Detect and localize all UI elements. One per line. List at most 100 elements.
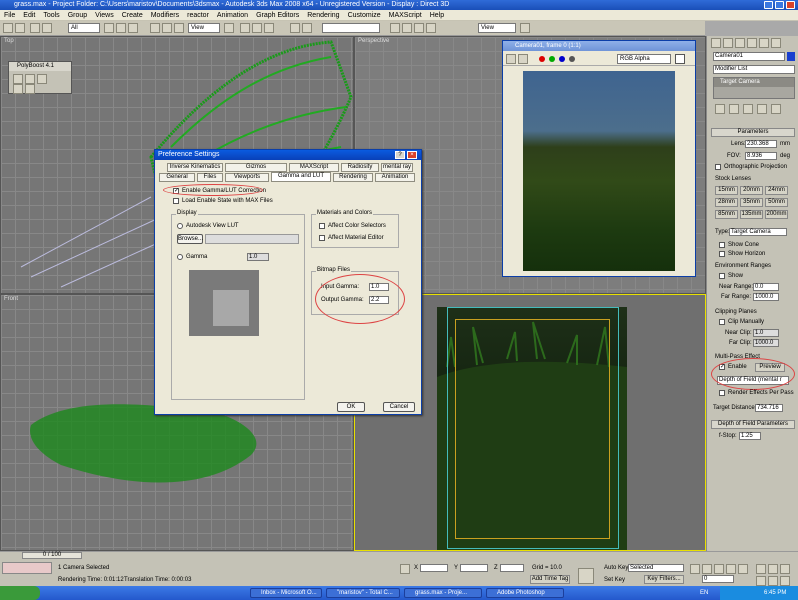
create-tab-icon[interactable] xyxy=(711,38,721,48)
z-coordinate-field[interactable] xyxy=(500,564,524,572)
go-to-end-icon[interactable] xyxy=(738,564,748,574)
set-key-label[interactable]: Set Key xyxy=(604,577,625,583)
tab-viewports[interactable]: Viewports xyxy=(225,173,269,182)
zoom-icon[interactable] xyxy=(756,564,766,574)
ok-button[interactable]: OK xyxy=(337,402,365,412)
menu-item-help[interactable]: Help xyxy=(426,12,448,19)
zoom-all-icon[interactable] xyxy=(768,564,778,574)
lens-button-20mm[interactable]: 20mm xyxy=(740,186,763,195)
menu-item-file[interactable]: File xyxy=(0,12,19,19)
parameters-rollout[interactable]: Parameters xyxy=(711,128,795,137)
configure-sets-icon[interactable] xyxy=(771,104,781,114)
display-channel-dropdown[interactable]: RGB Alpha xyxy=(617,54,671,64)
show-end-result-icon[interactable] xyxy=(729,104,739,114)
orbit-icon[interactable] xyxy=(780,576,790,586)
language-indicator[interactable]: EN xyxy=(700,590,708,596)
load-enable-checkbox[interactable] xyxy=(173,198,179,204)
show-cone-checkbox[interactable] xyxy=(719,242,725,248)
dialog-close-icon[interactable]: × xyxy=(407,151,417,159)
affect-color-checkbox[interactable] xyxy=(319,223,325,229)
polyboost-floater[interactable]: PolyBoost 4.1 xyxy=(8,61,72,94)
menu-item-group[interactable]: Group xyxy=(64,12,91,19)
polyboost-uv-icon[interactable] xyxy=(13,84,23,94)
selection-region-icon[interactable] xyxy=(128,23,138,33)
render-setup-icon[interactable] xyxy=(426,23,436,33)
named-selection-input[interactable] xyxy=(322,23,380,33)
auto-key-label[interactable]: Auto Key xyxy=(604,565,628,571)
fstop-spinner[interactable]: 1.25 xyxy=(739,432,761,440)
go-to-start-icon[interactable] xyxy=(690,564,700,574)
maximize-button[interactable] xyxy=(775,1,784,9)
menu-item-modifiers[interactable]: Modifiers xyxy=(147,12,183,19)
polyboost-select-icon[interactable] xyxy=(13,74,23,84)
reference-coordinate-dropdown[interactable]: View xyxy=(188,23,220,33)
curve-editor-icon[interactable] xyxy=(390,23,400,33)
menu-item-graph-editors[interactable]: Graph Editors xyxy=(252,12,303,19)
render-frame-window[interactable]: Camera01, frame 0 (1:1) RGB Alpha xyxy=(502,40,696,277)
save-image-icon[interactable] xyxy=(506,54,516,64)
tab-maxscript[interactable]: MAXScript xyxy=(289,163,339,172)
maxscript-listener[interactable] xyxy=(2,562,52,574)
snap-icon[interactable] xyxy=(240,23,250,33)
fov-spinner[interactable]: 8.936 xyxy=(745,152,777,160)
browse-button[interactable]: Browse... xyxy=(177,234,203,244)
autodesk-lut-radio[interactable] xyxy=(177,223,183,229)
menu-item-customize[interactable]: Customize xyxy=(344,12,385,19)
menu-item-reactor[interactable]: reactor xyxy=(183,12,213,19)
start-button[interactable] xyxy=(0,586,40,600)
selection-filter-dropdown[interactable]: All xyxy=(68,23,100,33)
target-distance-spinner[interactable]: 734.716 xyxy=(755,404,783,412)
tab-animation[interactable]: Animation xyxy=(375,173,415,182)
select-by-name-icon[interactable] xyxy=(116,23,126,33)
alpha-channel-icon[interactable] xyxy=(569,56,575,62)
link-icon[interactable] xyxy=(30,23,40,33)
lens-button-15mm[interactable]: 15mm xyxy=(715,186,738,195)
rotate-icon[interactable] xyxy=(162,23,172,33)
hierarchy-tab-icon[interactable] xyxy=(735,38,745,48)
field-of-view-icon[interactable] xyxy=(756,576,766,586)
object-name-field[interactable]: Camera01 xyxy=(713,52,785,61)
lut-path-field[interactable] xyxy=(205,234,299,244)
tab-radiosity[interactable]: Radiosity xyxy=(341,163,379,172)
tab-mental-ray[interactable]: mental ray xyxy=(381,163,413,172)
play-icon[interactable] xyxy=(714,564,724,574)
lens-button-24mm[interactable]: 24mm xyxy=(765,186,788,195)
polyboost-paint-icon[interactable] xyxy=(25,84,35,94)
time-slider[interactable]: 0 / 100 xyxy=(22,552,82,559)
red-channel-icon[interactable] xyxy=(539,56,545,62)
preference-settings-dialog[interactable]: Preference Settings ? × Inverse Kinemati… xyxy=(154,149,422,415)
pivot-icon[interactable] xyxy=(224,23,234,33)
render-teapot-icon[interactable] xyxy=(520,23,530,33)
task-total-commander[interactable]: "maristov" - Total C... xyxy=(326,588,400,598)
make-unique-icon[interactable] xyxy=(743,104,753,114)
lock-selection-icon[interactable] xyxy=(400,564,410,574)
lens-spinner[interactable]: 230.368 xyxy=(745,140,777,148)
pan-icon[interactable] xyxy=(768,576,778,586)
copy-image-icon[interactable] xyxy=(518,54,528,64)
task-3dsmax[interactable]: grass.max - Proje... xyxy=(404,588,482,598)
next-frame-icon[interactable] xyxy=(726,564,736,574)
zoom-extents-icon[interactable] xyxy=(780,564,790,574)
menu-item-create[interactable]: Create xyxy=(118,12,147,19)
remove-modifier-icon[interactable] xyxy=(757,104,767,114)
background-color-swatch[interactable] xyxy=(675,54,685,64)
modifier-list-dropdown[interactable]: Modifier List xyxy=(713,65,795,74)
y-coordinate-field[interactable] xyxy=(460,564,488,572)
clip-manually-checkbox[interactable] xyxy=(719,319,725,325)
unlink-icon[interactable] xyxy=(42,23,52,33)
select-object-icon[interactable] xyxy=(104,23,114,33)
render-view-dropdown[interactable]: View xyxy=(478,23,516,33)
percent-snap-icon[interactable] xyxy=(264,23,274,33)
stack-item-target-camera[interactable]: Target Camera xyxy=(714,78,794,87)
menu-item-animation[interactable]: Animation xyxy=(213,12,252,19)
modifier-stack[interactable]: Target Camera xyxy=(713,77,795,99)
menu-item-rendering[interactable]: Rendering xyxy=(303,12,343,19)
render-effects-per-pass-checkbox[interactable] xyxy=(719,390,725,396)
menu-item-edit[interactable]: Edit xyxy=(19,12,39,19)
schematic-view-icon[interactable] xyxy=(402,23,412,33)
previous-frame-icon[interactable] xyxy=(702,564,712,574)
near-clip-spinner[interactable]: 1.0 xyxy=(753,329,779,337)
task-photoshop[interactable]: Adobe Photoshop xyxy=(486,588,564,598)
lens-button-28mm[interactable]: 28mm xyxy=(715,198,738,207)
object-color-swatch[interactable] xyxy=(787,52,795,61)
